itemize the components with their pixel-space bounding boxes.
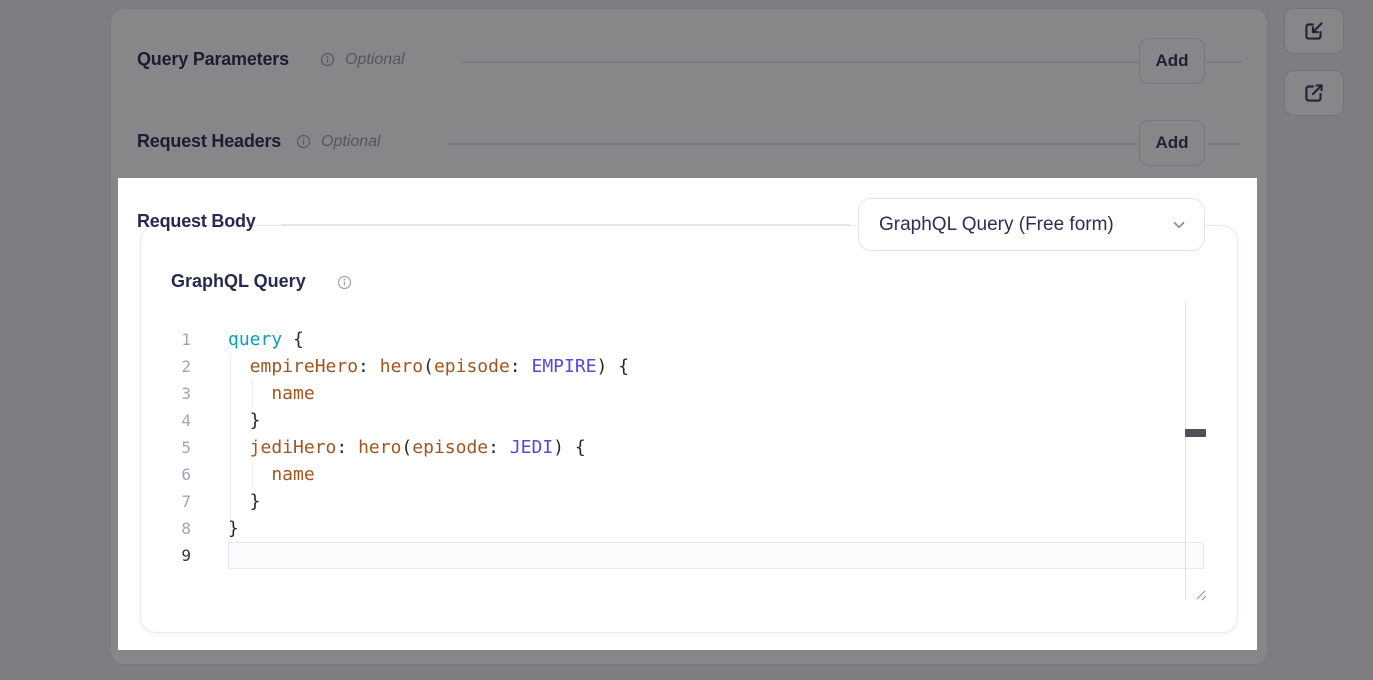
add-request-header-button[interactable]: Add	[1139, 120, 1205, 166]
divider	[448, 143, 1139, 145]
line-number: 7	[150, 488, 191, 515]
add-query-parameter-button[interactable]: Add	[1139, 38, 1205, 84]
code-line[interactable]: }	[228, 488, 1204, 515]
editor-scrollbar-thumb[interactable]	[1185, 429, 1206, 437]
line-number: 4	[150, 407, 191, 434]
body-type-selected-value: GraphQL Query (Free form)	[879, 214, 1114, 236]
code-line[interactable]: name	[228, 461, 1204, 488]
info-icon[interactable]	[337, 275, 352, 290]
info-icon[interactable]	[296, 134, 311, 149]
divider	[281, 224, 850, 226]
line-number: 5	[150, 434, 191, 461]
request-body-label: Request Body	[137, 211, 256, 232]
line-number: 1	[150, 326, 191, 353]
line-number: 2	[150, 353, 191, 380]
optional-label: Optional	[321, 133, 381, 151]
line-number: 3	[150, 380, 191, 407]
graphql-code-editor[interactable]: query { empireHero: hero(episode: EMPIRE…	[228, 326, 1204, 569]
info-icon[interactable]	[320, 52, 335, 67]
code-line[interactable]: query {	[228, 326, 1204, 353]
resize-grip-icon[interactable]	[1192, 586, 1208, 602]
query-parameters-label: Query Parameters	[137, 49, 289, 70]
editor-right-border	[1185, 302, 1186, 600]
collapse-editor-button[interactable]	[1284, 8, 1344, 54]
chevron-down-icon	[1170, 216, 1188, 234]
code-line[interactable]: name	[228, 380, 1204, 407]
open-in-new-window-button[interactable]	[1284, 70, 1344, 116]
divider	[462, 61, 1139, 63]
code-line[interactable]: }	[228, 407, 1204, 434]
line-number: 6	[150, 461, 191, 488]
code-line[interactable]: jediHero: hero(episode: JEDI) {	[228, 434, 1204, 461]
line-number: 8	[150, 515, 191, 542]
graphql-query-label: GraphQL Query	[171, 271, 306, 292]
code-line[interactable]: }	[228, 515, 1204, 542]
divider	[1207, 61, 1241, 63]
optional-label: Optional	[345, 51, 405, 69]
editor-gutter: 123456789	[150, 326, 191, 569]
external-link-icon	[1301, 80, 1327, 106]
arrow-into-box-icon	[1301, 18, 1327, 44]
api-request-config-screen: Query Parameters Optional Add Request He…	[0, 0, 1373, 680]
request-headers-label: Request Headers	[137, 131, 281, 152]
code-line[interactable]: empireHero: hero(episode: EMPIRE) {	[228, 353, 1204, 380]
line-number: 9	[150, 542, 191, 569]
divider	[1207, 143, 1241, 145]
code-line[interactable]	[228, 542, 1204, 569]
body-type-select[interactable]: GraphQL Query (Free form)	[858, 198, 1205, 251]
